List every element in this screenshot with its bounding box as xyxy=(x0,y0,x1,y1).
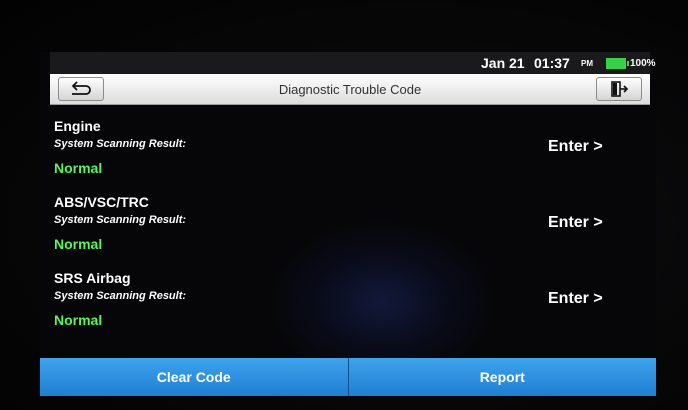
screen: Jan 21 01:37 PM 100% Diagnostic Trouble … xyxy=(40,52,656,396)
exit-button[interactable] xyxy=(596,77,642,101)
battery-percent: 100% xyxy=(630,58,656,69)
system-name: SRS Airbag xyxy=(54,270,131,286)
system-name: ABS/VSC/TRC xyxy=(54,194,149,210)
system-item-engine: Engine System Scanning Result: Normal En… xyxy=(40,104,656,180)
enter-button-engine[interactable]: Enter > xyxy=(548,138,603,156)
battery-full-icon xyxy=(606,58,629,69)
status-bar: Jan 21 01:37 PM 100% xyxy=(50,52,656,74)
bottom-action-bar: Clear Code Report xyxy=(40,358,656,396)
status-ampm: PM xyxy=(581,59,593,68)
scan-result-label: System Scanning Result: xyxy=(54,214,187,226)
page-title: Diagnostic Trouble Code xyxy=(278,82,422,97)
system-item-abs: ABS/VSC/TRC System Scanning Result: Norm… xyxy=(40,180,656,256)
scan-result-label: System Scanning Result: xyxy=(54,138,187,150)
status-badge: Normal xyxy=(54,160,103,176)
enter-button-srs[interactable]: Enter > xyxy=(548,290,603,308)
exit-icon xyxy=(611,81,628,97)
status-badge: Normal xyxy=(54,312,103,328)
scan-result-label: System Scanning Result: xyxy=(54,290,187,302)
status-badge: Normal xyxy=(54,236,103,252)
status-date: Jan 21 xyxy=(481,55,525,71)
system-item-srs: SRS Airbag System Scanning Result: Norma… xyxy=(40,256,656,332)
title-bar: Diagnostic Trouble Code xyxy=(50,74,650,105)
status-time: 01:37 xyxy=(534,55,570,71)
enter-button-abs[interactable]: Enter > xyxy=(548,214,603,232)
clear-code-button[interactable]: Clear Code xyxy=(40,358,348,396)
system-name: Engine xyxy=(54,118,101,134)
report-button[interactable]: Report xyxy=(347,358,656,396)
